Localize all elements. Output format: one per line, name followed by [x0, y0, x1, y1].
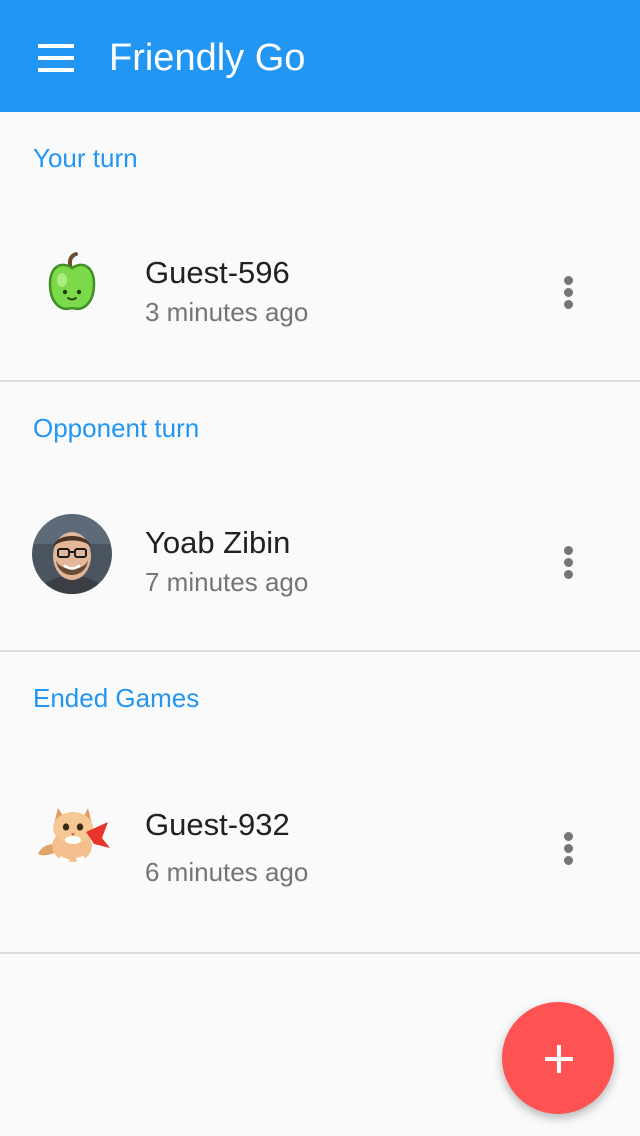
- game-timestamp: 6 minutes ago: [145, 857, 309, 887]
- more-vert-icon[interactable]: [540, 820, 596, 876]
- section-header-ended-games: Ended Games: [33, 683, 200, 713]
- plus-icon: [557, 1045, 561, 1073]
- section-header-your-turn: Your turn: [33, 143, 138, 173]
- game-row[interactable]: Yoab Zibin 7 minutes ago: [0, 486, 640, 636]
- game-row[interactable]: Guest-932 6 minutes ago: [0, 772, 640, 922]
- profile-photo-avatar: [32, 514, 112, 594]
- more-dot: [564, 546, 573, 555]
- game-timestamp: 7 minutes ago: [145, 567, 309, 597]
- more-dot: [564, 844, 573, 853]
- menu-bar-line: [38, 44, 74, 48]
- game-row[interactable]: Guest-596 3 minutes ago: [0, 216, 640, 366]
- player-name: Guest-596: [145, 255, 290, 290]
- more-vert-icon[interactable]: [540, 264, 596, 320]
- section-divider: [0, 650, 640, 652]
- more-dot: [564, 276, 573, 285]
- more-dot: [564, 300, 573, 309]
- more-dot: [564, 570, 573, 579]
- section-divider: [0, 380, 640, 382]
- kitten-avatar: [38, 808, 110, 864]
- game-timestamp: 3 minutes ago: [145, 297, 309, 327]
- app-bar: Friendly Go: [0, 0, 640, 112]
- section-header-opponent-turn: Opponent turn: [33, 413, 200, 443]
- menu-bar-line: [38, 68, 74, 72]
- app-title: Friendly Go: [109, 37, 306, 79]
- green-apple-avatar: [48, 252, 96, 311]
- more-dot: [564, 856, 573, 865]
- more-vert-icon[interactable]: [540, 534, 596, 590]
- hamburger-menu-icon[interactable]: [24, 28, 88, 88]
- menu-bar-line: [38, 56, 74, 60]
- more-dot: [564, 288, 573, 297]
- player-name: Guest-932: [145, 807, 290, 842]
- more-dot: [564, 558, 573, 567]
- section-divider: [0, 952, 640, 954]
- more-dot: [564, 832, 573, 841]
- player-name: Yoab Zibin: [145, 525, 291, 560]
- new-game-button[interactable]: [502, 1002, 614, 1114]
- game-list-screen: Friendly Go Your turn Guest-596 3 minute…: [0, 0, 640, 1136]
